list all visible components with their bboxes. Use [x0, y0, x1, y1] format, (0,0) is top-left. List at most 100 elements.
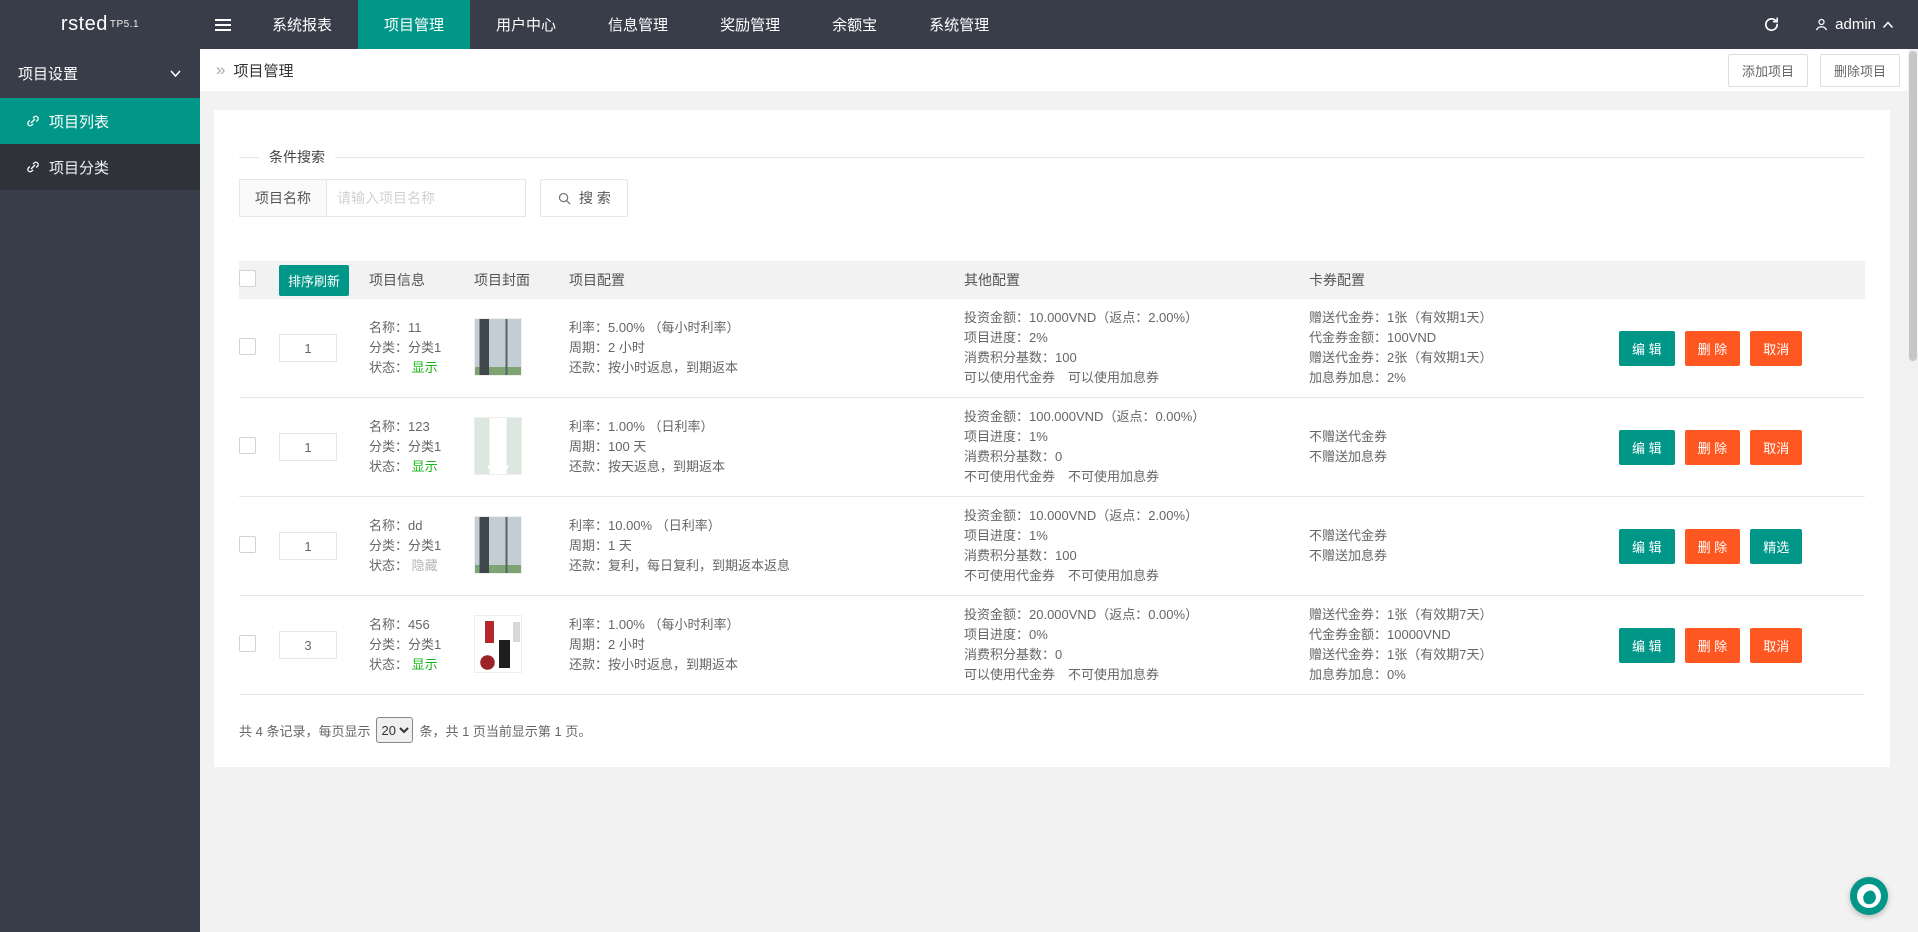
- row-action-button[interactable]: 删 除: [1684, 528, 1741, 564]
- sort-refresh-button[interactable]: 排序刷新: [279, 264, 350, 296]
- cards-line: 加息券加息：0%: [1309, 667, 1406, 682]
- cards-line: 赠送代金券：2张（有效期1天）: [1309, 350, 1493, 365]
- row-action-button[interactable]: 取消: [1750, 627, 1803, 663]
- header-other-config: 其他配置: [964, 272, 1020, 288]
- link-icon: [27, 161, 39, 173]
- other-config-cell: 投资金额：10.000VND（返点：2.00%） 项目进度：1% 消费积分基数：10…: [964, 506, 1309, 586]
- header-card-config: 卡券配置: [1309, 272, 1365, 288]
- add-project-button[interactable]: 添加项目: [1727, 53, 1808, 87]
- user-icon: [1816, 18, 1828, 31]
- config-line: 周期：2 小时: [569, 637, 645, 652]
- other-line: 项目进度：2%: [964, 330, 1048, 345]
- project-status: 状态： 显示: [369, 459, 438, 474]
- breadcrumb-icon: »: [216, 60, 226, 79]
- pagination-prefix: 共 4 条记录，每页显示: [239, 723, 371, 739]
- sidebar-item-label: 项目分类: [49, 159, 110, 177]
- other-config-cell: 投资金额：20.000VND（返点：0.00%） 项目进度：0% 消费积分基数：0 可…: [964, 605, 1309, 685]
- project-cover-image: [474, 416, 522, 475]
- project-table: 排序刷新 项目信息 项目封面 项目配置 其他配置 卡券配置 名称：11 分类：分…: [239, 261, 1865, 695]
- logo-text: rsted: [60, 13, 108, 35]
- top-navbar: rsted TP5.1 系统报表 项目管理 用户中心 信息管理 奖励管理 余额宝 系统管理 a…: [0, 0, 1918, 49]
- card-config-cell: 不赠送代金券 不赠送加息券: [1309, 526, 1619, 566]
- delete-project-button[interactable]: 删除项目: [1819, 53, 1900, 87]
- pagination: 共 4 条记录，每页显示 20 条，共 1 页当前显示第 1 页。: [239, 717, 1865, 743]
- other-line: 投资金额：100.000VND（返点：0.00%）: [964, 409, 1206, 424]
- project-status-value: 隐藏: [411, 558, 438, 573]
- project-config-cell: 利率：1.00% （日利率） 周期：100 天还款：按天返息，到期返本: [569, 417, 964, 477]
- project-category: 分类：分类1: [369, 439, 442, 454]
- row-checkbox[interactable]: [239, 536, 256, 553]
- row-action-button[interactable]: 编 辑: [1619, 627, 1675, 663]
- sidebar-item[interactable]: 项目分类: [0, 144, 200, 190]
- row-action-button[interactable]: 编 辑: [1619, 429, 1675, 465]
- sort-order-input[interactable]: [279, 334, 337, 362]
- card-config-cell: 赠送代金券：1张（有效期7天） 代金券金额：10000VND 赠送代金券：1张（有效…: [1309, 605, 1619, 685]
- project-config-cell: 利率：5.00% （每小时利率） 周期：2 小时 还款：按小时返息，到期返本: [569, 318, 964, 378]
- menu-toggle-icon[interactable]: [200, 0, 246, 49]
- main-area: 条件搜索 项目名称 搜 索 排序刷新 项目信息 项目封面 项目配置 其他配置: [200, 91, 1908, 932]
- refresh-icon[interactable]: [1763, 16, 1780, 33]
- nav-item[interactable]: 系统报表: [246, 0, 358, 49]
- row-checkbox[interactable]: [239, 635, 256, 652]
- config-line: 还款：按小时返息，到期返本: [569, 657, 739, 672]
- theme-fab-button[interactable]: [1850, 877, 1888, 915]
- project-category: 分类：分类1: [369, 637, 442, 652]
- user-menu[interactable]: admin: [1814, 16, 1894, 33]
- search-legend: 条件搜索: [269, 149, 325, 165]
- search-button[interactable]: 搜 索: [540, 179, 628, 217]
- username: admin: [1835, 16, 1876, 33]
- nav-item[interactable]: 项目管理: [358, 0, 471, 49]
- row-action-button[interactable]: 编 辑: [1619, 528, 1675, 564]
- other-line: 消费积分基数：0: [964, 449, 1063, 464]
- project-category: 分类：分类1: [369, 340, 442, 355]
- nav-item[interactable]: 余额宝: [806, 0, 903, 49]
- sort-order-input[interactable]: [279, 532, 337, 560]
- chevron-down-icon: [170, 70, 181, 78]
- row-action-button[interactable]: 删 除: [1684, 627, 1741, 663]
- nav-item[interactable]: 用户中心: [470, 0, 582, 49]
- project-status-value: 显示: [411, 657, 438, 672]
- project-name: 名称：123: [369, 419, 430, 434]
- row-checkbox[interactable]: [239, 338, 256, 355]
- nav-item[interactable]: 奖励管理: [694, 0, 806, 49]
- row-action-button[interactable]: 取消: [1750, 330, 1803, 366]
- search-field-label: 项目名称: [239, 179, 327, 217]
- config-line: 利率：1.00% （日利率）: [569, 419, 714, 434]
- sort-order-input[interactable]: [279, 433, 337, 461]
- config-line: 还款：复利，每日复利，到期返本返息: [569, 558, 791, 573]
- cards-line: 不赠送代金券: [1309, 528, 1388, 543]
- cards-line: 加息券加息：2%: [1309, 370, 1406, 385]
- row-action-button[interactable]: 精选: [1750, 528, 1803, 564]
- header-project-config: 项目配置: [569, 272, 625, 288]
- other-line: 投资金额：10.000VND（返点：2.00%）: [964, 508, 1199, 523]
- vertical-scrollbar[interactable]: [1908, 49, 1918, 932]
- other-config-cell: 投资金额：100.000VND（返点：0.00%） 项目进度：1% 消费积分基数：0…: [964, 407, 1309, 487]
- row-checkbox[interactable]: [239, 437, 256, 454]
- row-action-button[interactable]: 删 除: [1684, 429, 1741, 465]
- sidebar-item[interactable]: 项目列表: [0, 98, 200, 144]
- row-action-button[interactable]: 删 除: [1684, 330, 1741, 366]
- cards-line: 赠送代金券：1张（有效期1天）: [1309, 310, 1493, 325]
- page-size-select[interactable]: 20: [376, 717, 414, 743]
- scrollbar-thumb[interactable]: [1909, 51, 1917, 361]
- select-all-checkbox[interactable]: [239, 270, 256, 287]
- project-name-input[interactable]: [326, 179, 526, 217]
- row-action-button[interactable]: 取消: [1750, 429, 1803, 465]
- search-icon: [558, 192, 571, 205]
- nav-item[interactable]: 信息管理: [582, 0, 694, 49]
- breadcrumb-bar: » 项目管理 添加项目 删除项目: [200, 49, 1918, 91]
- project-status-value: 显示: [411, 360, 438, 375]
- row-actions-cell: 编 辑删 除取消: [1619, 330, 1865, 366]
- page-title: 项目管理: [233, 62, 294, 80]
- card-config-cell: 赠送代金券：1张（有效期1天） 代金券金额：100VND 赠送代金券：2张（有效期1…: [1309, 308, 1619, 388]
- logo-version: TP5.1: [109, 19, 140, 30]
- nav-item[interactable]: 系统管理: [903, 0, 1015, 49]
- other-config-cell: 投资金额：10.000VND（返点：2.00%） 项目进度：2% 消费积分基数：10…: [964, 308, 1309, 388]
- sidebar-group-project-settings[interactable]: 项目设置: [0, 49, 200, 98]
- table-header-row: 排序刷新 项目信息 项目封面 项目配置 其他配置 卡券配置: [239, 261, 1865, 299]
- other-line: 不可使用代金券 不可使用加息券: [964, 568, 1160, 583]
- table-row: 名称：123 分类：分类1 状态： 显示 利率：1.00% （日利率） 周期：10…: [239, 398, 1865, 497]
- row-action-button[interactable]: 编 辑: [1619, 330, 1675, 366]
- sort-order-input[interactable]: [279, 631, 337, 659]
- config-line: 周期：2 小时: [569, 340, 645, 355]
